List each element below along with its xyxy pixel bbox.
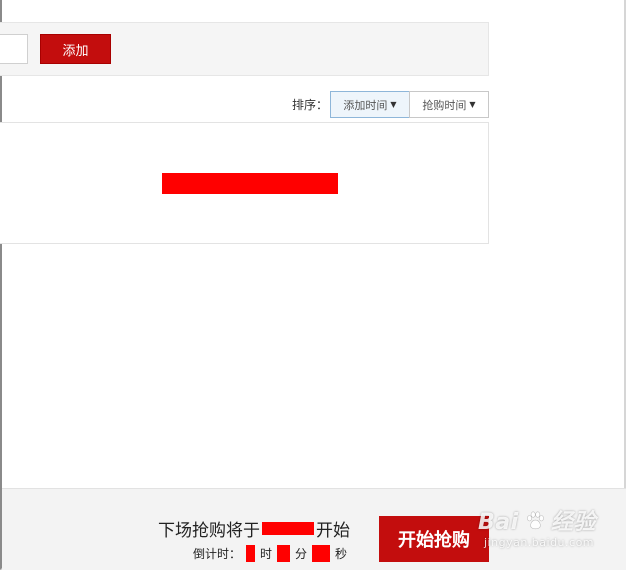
next-sale-prefix: 下场抢购将于 <box>158 521 260 541</box>
sort-option-label: 添加时间 <box>343 98 388 112</box>
redacted-start-time <box>262 522 314 535</box>
unit-hour: 时 <box>260 547 273 561</box>
redacted-seconds <box>312 545 331 562</box>
sort-option-label: 抢购时间 <box>422 98 467 112</box>
redacted-hours <box>246 545 256 562</box>
next-sale-notice: 下场抢购将于 开始 <box>158 516 350 541</box>
add-item-bar: 添加 <box>0 22 489 76</box>
item-list-panel <box>0 122 489 244</box>
next-sale-suffix: 开始 <box>316 521 350 541</box>
countdown: 倒计时： 时 分 秒 <box>193 545 347 562</box>
countdown-label: 倒计时： <box>193 547 242 561</box>
redacted-text <box>162 173 338 194</box>
unit-minute: 分 <box>295 547 308 561</box>
page-frame <box>0 0 626 570</box>
sort-label: 排序： <box>292 98 329 112</box>
caret-down-icon: ▼ <box>469 100 476 109</box>
redacted-minutes <box>277 545 291 562</box>
add-button[interactable]: 添加 <box>40 34 111 64</box>
sort-by-purchase-time-button[interactable]: 抢购时间 ▼ <box>409 91 489 118</box>
caret-down-icon: ▼ <box>390 100 397 109</box>
start-flash-sale-button[interactable]: 开始抢购 <box>379 516 489 562</box>
sort-by-added-time-button[interactable]: 添加时间 ▼ <box>330 91 410 118</box>
add-item-input[interactable] <box>0 34 28 64</box>
unit-second: 秒 <box>335 547 348 561</box>
